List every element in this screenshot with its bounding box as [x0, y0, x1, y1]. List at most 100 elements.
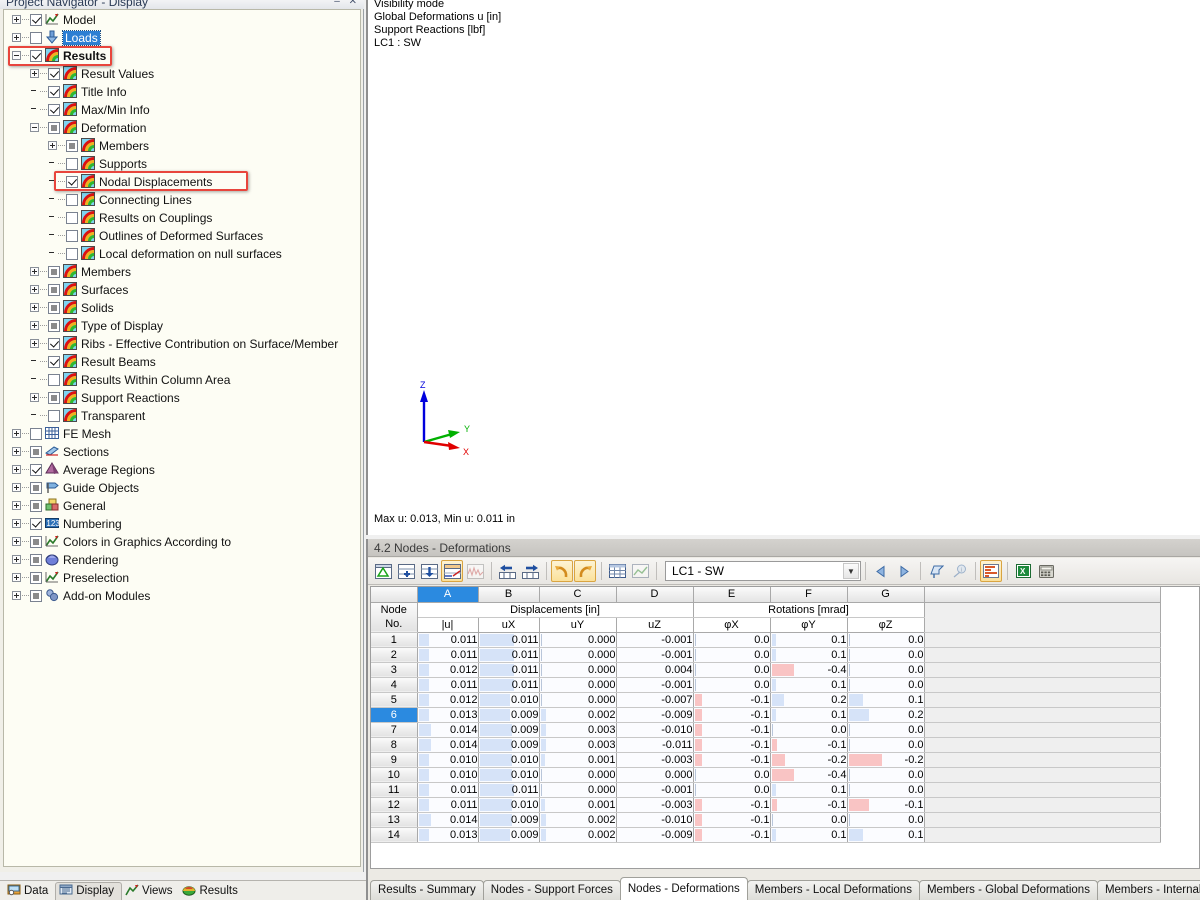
data-cell[interactable]: 0.1	[770, 632, 848, 648]
data-cell[interactable]: -0.010	[616, 812, 694, 828]
data-cell[interactable]: 0.011	[478, 632, 540, 648]
expand-icon[interactable]	[30, 285, 39, 295]
data-cell[interactable]: 0.1	[770, 782, 848, 798]
data-cell[interactable]: 0.0	[847, 767, 925, 783]
expand-icon[interactable]	[12, 591, 21, 601]
row-header[interactable]: 12	[371, 797, 418, 813]
collapse-icon[interactable]	[12, 51, 21, 61]
chevron-down-icon[interactable]: ▼	[843, 563, 859, 579]
tree-checkbox[interactable]	[66, 157, 78, 170]
data-cell[interactable]: 0.014	[417, 812, 479, 828]
data-cell[interactable]: 0.002	[539, 707, 617, 723]
tree-item-title-info[interactable]: Title Info	[4, 82, 360, 100]
tree-checkbox[interactable]	[48, 85, 60, 98]
data-cell[interactable]: -0.1	[693, 752, 771, 768]
row-header[interactable]: 3	[371, 662, 418, 678]
data-cell[interactable]: -0.2	[770, 752, 848, 768]
grid-tab-results-summary[interactable]: Results - Summary	[370, 880, 484, 900]
data-cell[interactable]: -0.4	[770, 767, 848, 783]
data-cell[interactable]: 0.012	[417, 692, 479, 708]
tree-checkbox[interactable]	[48, 337, 60, 350]
data-cell[interactable]: -0.001	[616, 647, 694, 663]
data-cell[interactable]: 0.014	[417, 737, 479, 753]
tree-checkbox[interactable]	[30, 517, 42, 530]
show-table-icon[interactable]	[372, 560, 394, 582]
tree-item-type-of-display[interactable]: Type of Display	[4, 316, 360, 334]
table-grid-icon[interactable]	[606, 560, 628, 582]
status-tab-views[interactable]: Views	[122, 882, 179, 900]
tree-checkbox[interactable]	[48, 391, 60, 404]
next-record-icon[interactable]	[893, 560, 915, 582]
display-tree[interactable]: Model Loads Results Result Values Title …	[3, 9, 361, 867]
data-cell[interactable]: 0.000	[539, 632, 617, 648]
data-cell[interactable]: 0.1	[770, 707, 848, 723]
data-cell[interactable]: 0.0	[847, 812, 925, 828]
tree-checkbox[interactable]	[30, 481, 42, 494]
tree-item-local-deformation-on-null-surfaces[interactable]: Local deformation on null surfaces	[4, 244, 360, 262]
table-row[interactable]: 5 0.012 0.010 0.000 -0.007 -0.1 0.2 0.1	[371, 692, 1161, 708]
tree-item-supports[interactable]: Supports	[4, 154, 360, 172]
status-tab-results[interactable]: Results	[179, 882, 244, 900]
data-cell[interactable]: 0.009	[478, 722, 540, 738]
tree-checkbox[interactable]	[48, 103, 60, 116]
data-cell[interactable]: 0.011	[478, 677, 540, 693]
tree-checkbox[interactable]	[66, 211, 78, 224]
expand-icon[interactable]	[30, 303, 39, 313]
data-cell[interactable]: 0.011	[478, 662, 540, 678]
row-header[interactable]: 13	[371, 812, 418, 828]
data-cell[interactable]: 0.011	[478, 782, 540, 798]
color-bars-icon[interactable]	[980, 560, 1002, 582]
data-cell[interactable]: 0.000	[616, 767, 694, 783]
data-cell[interactable]: -0.1	[770, 797, 848, 813]
table-row[interactable]: 4 0.011 0.011 0.000 -0.001 0.0 0.1 0.0	[371, 677, 1161, 693]
data-cell[interactable]: -0.1	[770, 737, 848, 753]
column-header-B[interactable]: B	[478, 587, 540, 603]
table-row[interactable]: 10 0.010 0.010 0.000 0.000 0.0 -0.4 0.0	[371, 767, 1161, 783]
tree-item-transparent[interactable]: Transparent	[4, 406, 360, 424]
data-cell[interactable]: 0.009	[478, 707, 540, 723]
previous-record-icon[interactable]	[870, 560, 892, 582]
data-cell[interactable]: -0.003	[616, 752, 694, 768]
data-cell[interactable]: 0.1	[770, 647, 848, 663]
undo-icon[interactable]	[551, 560, 573, 582]
data-cell[interactable]: 0.010	[478, 797, 540, 813]
data-cell[interactable]: 0.0	[847, 737, 925, 753]
data-cell[interactable]: -0.1	[693, 827, 771, 843]
tree-item-members[interactable]: Members	[4, 136, 360, 154]
tree-item-outlines-of-deformed-surfaces[interactable]: Outlines of Deformed Surfaces	[4, 226, 360, 244]
tree-checkbox[interactable]	[48, 265, 60, 278]
data-cell[interactable]: 0.0	[847, 722, 925, 738]
tree-item-guide-objects[interactable]: Guide Objects	[4, 478, 360, 496]
data-cell[interactable]: 0.1	[770, 677, 848, 693]
data-cell[interactable]: -0.001	[616, 782, 694, 798]
results-grid[interactable]: ABCDEFG Node No. Displacements [in] Rotati…	[370, 586, 1200, 869]
tree-item-preselection[interactable]: Preselection	[4, 568, 360, 586]
data-cell[interactable]: 0.011	[417, 677, 479, 693]
tree-item-numbering[interactable]: 123 Numbering	[4, 514, 360, 532]
table-row[interactable]: 1 0.011 0.011 0.000 -0.001 0.0 0.1 0.0	[371, 632, 1161, 648]
calculator-icon[interactable]	[1035, 560, 1057, 582]
data-cell[interactable]: 0.0	[693, 782, 771, 798]
row-header[interactable]: 9	[371, 752, 418, 768]
data-cell[interactable]: 0.012	[417, 662, 479, 678]
grid-tab-nodes-support-forces[interactable]: Nodes - Support Forces	[482, 880, 621, 900]
tree-checkbox[interactable]	[48, 319, 60, 332]
data-cell[interactable]: 0.011	[417, 782, 479, 798]
tree-checkbox[interactable]	[30, 463, 42, 476]
data-cell[interactable]: -0.1	[693, 812, 771, 828]
data-cell[interactable]: 0.2	[847, 707, 925, 723]
expand-icon[interactable]	[12, 465, 21, 475]
table-row[interactable]: 11 0.011 0.011 0.000 -0.001 0.0 0.1 0.0	[371, 782, 1161, 798]
data-cell[interactable]: 0.0	[847, 662, 925, 678]
tree-checkbox[interactable]	[48, 409, 60, 422]
data-cell[interactable]: 0.011	[478, 647, 540, 663]
data-cell[interactable]: 0.011	[417, 632, 479, 648]
table-row[interactable]: 12 0.011 0.010 0.001 -0.003 -0.1 -0.1 -0.1	[371, 797, 1161, 813]
data-cell[interactable]: 0.0	[770, 722, 848, 738]
row-header[interactable]: 11	[371, 782, 418, 798]
expand-icon[interactable]	[12, 447, 21, 457]
data-cell[interactable]: 0.000	[539, 692, 617, 708]
column-header-C[interactable]: C	[539, 587, 617, 603]
data-cell[interactable]: 0.001	[539, 752, 617, 768]
data-cell[interactable]: 0.0	[693, 767, 771, 783]
